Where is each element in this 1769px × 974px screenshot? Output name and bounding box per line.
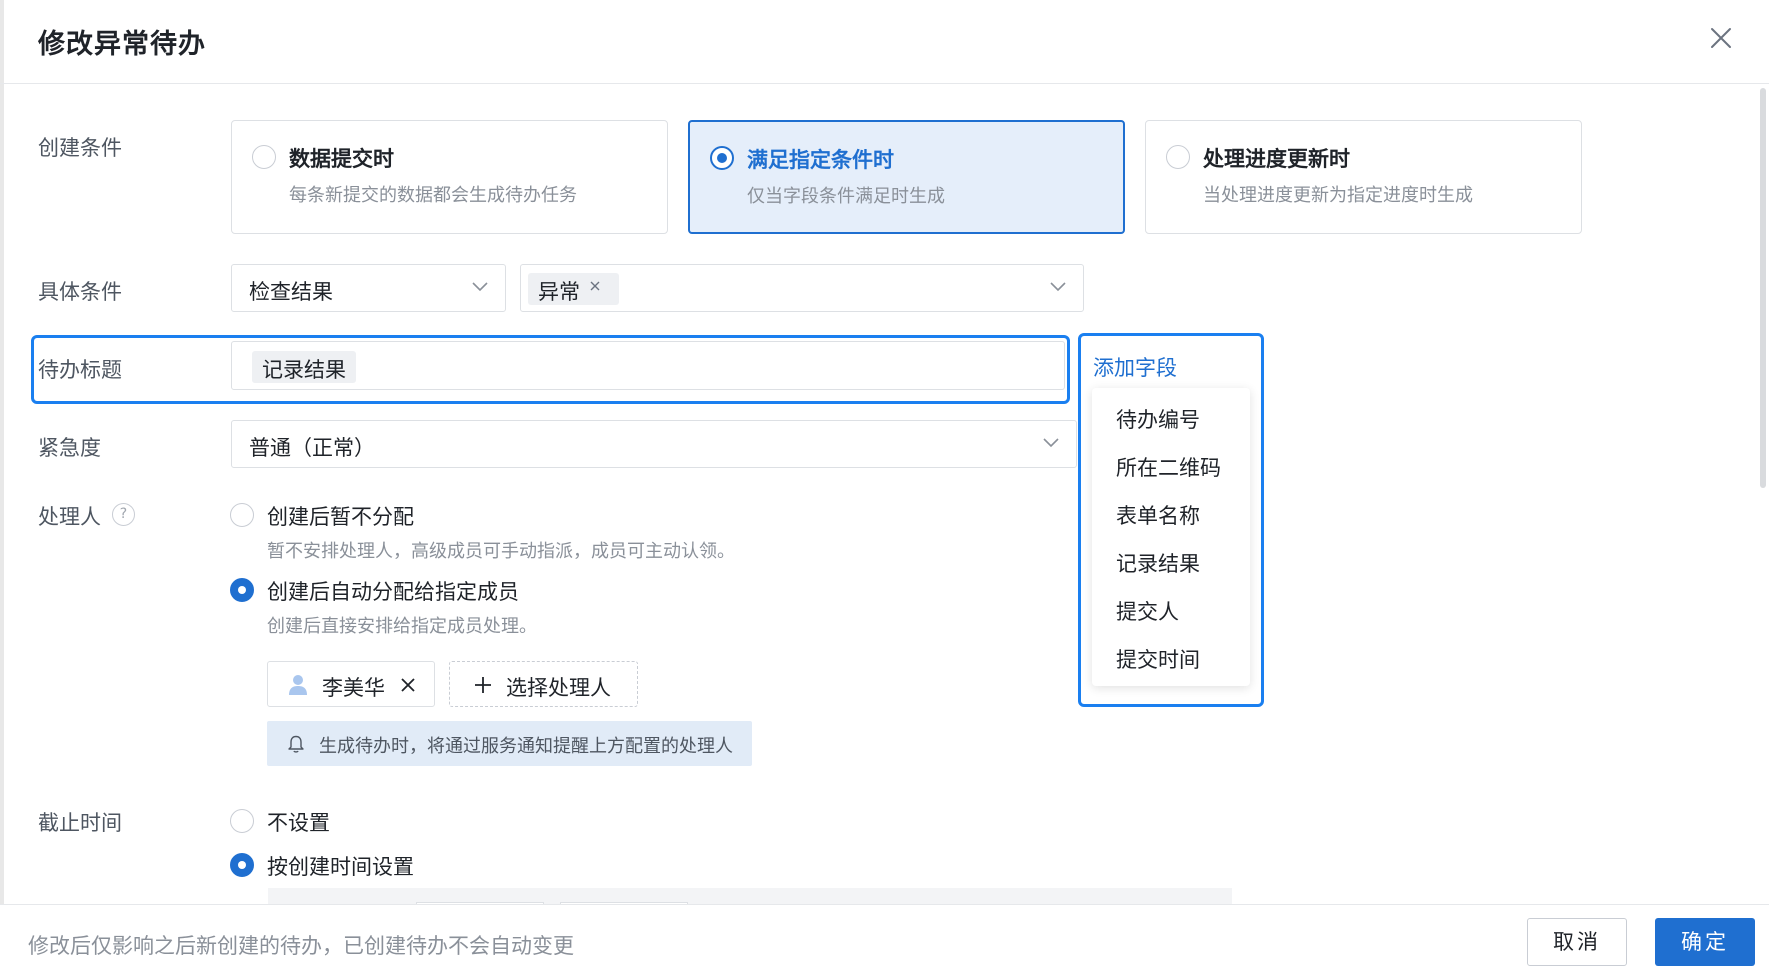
condition-option-title: 满足指定条件时	[747, 148, 894, 172]
assignee-name: 李美华	[322, 676, 385, 700]
help-icon[interactable]: ?	[112, 503, 135, 526]
dialog-title: 修改异常待办	[38, 29, 206, 60]
edit-exception-todo-dialog: 修改异常待办 创建条件 数据提交时 每条新提交的数据都会生成待办任务 满足指定条…	[0, 0, 1769, 974]
select-handler-label: 选择处理人	[506, 676, 611, 700]
footer-note: 修改后仅影响之后新创建的待办，已创建待办不会自动变更	[28, 934, 574, 958]
urgency-select[interactable]: 普通（正常）	[231, 420, 1077, 468]
dropdown-item[interactable]: 待办编号	[1116, 404, 1200, 434]
close-icon[interactable]	[1705, 22, 1737, 54]
dropdown-item[interactable]: 记录结果	[1116, 548, 1200, 578]
remove-assignee-icon[interactable]	[400, 677, 416, 693]
urgency-value: 普通（正常）	[249, 436, 375, 460]
condition-option-title: 数据提交时	[289, 147, 394, 171]
radio-button[interactable]	[230, 809, 254, 833]
condition-option-desc: 每条新提交的数据都会生成待办任务	[289, 185, 577, 206]
select-handler-button[interactable]: 选择处理人	[449, 661, 638, 707]
condition-value-select[interactable]: 异常	[520, 264, 1084, 312]
user-avatar-icon	[289, 675, 307, 695]
handler-option-hint: 创建后直接安排给指定成员处理。	[267, 616, 537, 637]
dropdown-item[interactable]: 表单名称	[1116, 500, 1200, 530]
condition-option-on-progress[interactable]: 处理进度更新时 当处理进度更新为指定进度时生成	[1145, 120, 1582, 234]
dialog-header: 修改异常待办	[0, 0, 1769, 84]
vertical-scrollbar[interactable]	[1760, 88, 1766, 488]
dialog-left-edge	[0, 0, 4, 974]
tag-remove-icon[interactable]	[588, 279, 602, 293]
bell-icon	[288, 735, 304, 753]
radio-button-checked[interactable]	[230, 853, 254, 877]
deadline-option-label[interactable]: 不设置	[267, 807, 330, 837]
radio-button[interactable]	[252, 145, 276, 169]
chevron-down-icon	[1050, 282, 1066, 292]
condition-field-value: 检查结果	[249, 280, 333, 304]
dropdown-item[interactable]: 提交人	[1116, 596, 1179, 626]
handler-option-label[interactable]: 创建后自动分配给指定成员	[267, 576, 519, 606]
add-field-link[interactable]: 添加字段	[1093, 352, 1177, 382]
radio-button[interactable]	[230, 503, 254, 527]
specific-condition-label: 具体条件	[38, 280, 122, 304]
todo-title-label: 待办标题	[38, 358, 122, 382]
add-field-dropdown: 待办编号 所在二维码 表单名称 记录结果 提交人 提交时间	[1092, 388, 1250, 686]
todo-title-field-tag: 记录结果	[252, 351, 356, 383]
dropdown-item[interactable]: 提交时间	[1116, 644, 1200, 674]
handler-label: 处理人	[38, 505, 101, 529]
urgency-label: 紧急度	[38, 436, 101, 460]
radio-button-checked[interactable]	[230, 578, 254, 602]
plus-icon	[475, 677, 491, 693]
condition-option-desc: 当处理进度更新为指定进度时生成	[1203, 185, 1473, 206]
chevron-down-icon	[1043, 438, 1059, 448]
create-condition-label: 创建条件	[38, 136, 122, 160]
condition-option-title: 处理进度更新时	[1203, 147, 1350, 171]
dropdown-item[interactable]: 所在二维码	[1116, 452, 1221, 482]
radio-button[interactable]	[1166, 145, 1190, 169]
chevron-down-icon	[472, 282, 488, 292]
deadline-option-label[interactable]: 按创建时间设置	[267, 851, 414, 881]
handler-option-label[interactable]: 创建后暂不分配	[267, 501, 414, 531]
todo-title-input[interactable]: 记录结果	[231, 341, 1065, 390]
condition-value-tag: 异常	[528, 273, 619, 305]
notification-notice: 生成待办时，将通过服务通知提醒上方配置的处理人	[267, 721, 752, 766]
radio-button-checked[interactable]	[710, 146, 734, 170]
handler-option-hint: 暂不安排处理人，高级成员可手动指派，成员可主动认领。	[267, 541, 735, 562]
dialog-footer: 修改后仅影响之后新创建的待办，已创建待办不会自动变更 取消 确定	[0, 904, 1769, 974]
condition-option-on-submit[interactable]: 数据提交时 每条新提交的数据都会生成待办任务	[231, 120, 668, 234]
deadline-label: 截止时间	[38, 811, 122, 835]
condition-value-tag-label: 异常	[538, 280, 580, 304]
cancel-button[interactable]: 取消	[1527, 918, 1627, 966]
confirm-button[interactable]: 确定	[1655, 918, 1755, 966]
condition-option-desc: 仅当字段条件满足时生成	[747, 186, 945, 207]
condition-field-select[interactable]: 检查结果	[231, 264, 506, 312]
condition-option-on-condition[interactable]: 满足指定条件时 仅当字段条件满足时生成	[688, 120, 1125, 234]
assignee-chip: 李美华	[267, 661, 435, 707]
notice-text: 生成待办时，将通过服务通知提醒上方配置的处理人	[319, 736, 733, 757]
